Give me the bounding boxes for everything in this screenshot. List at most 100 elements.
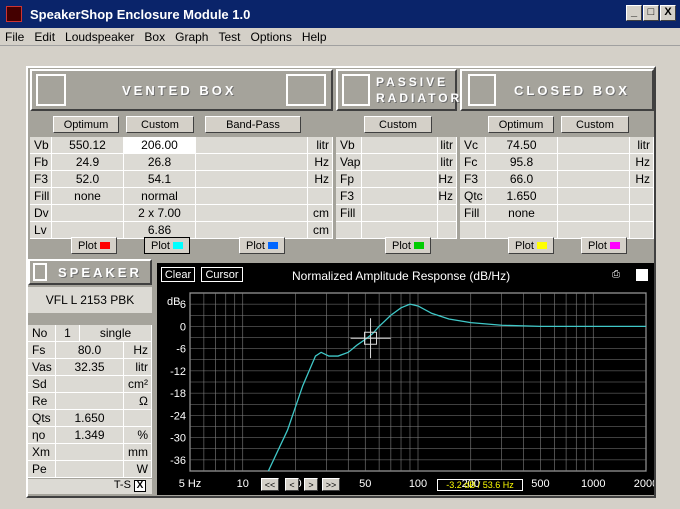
nav-last-button[interactable]: >>	[322, 478, 340, 491]
swatch-green	[413, 242, 424, 249]
closed-box-icon	[468, 74, 496, 106]
closed-row-unit	[630, 222, 654, 239]
x-tick-label: 2000	[634, 478, 654, 490]
speaker-value[interactable]: 80.0	[56, 342, 124, 359]
app-icon	[6, 6, 22, 22]
vented-box-logo-icon	[36, 74, 66, 106]
y-tick-label: -6	[176, 344, 186, 356]
speaker-value[interactable]	[56, 393, 124, 410]
passive-title-2: RADIATOR	[376, 91, 463, 105]
menu-loudspeaker[interactable]: Loudspeaker	[60, 30, 139, 44]
menu-file[interactable]: File	[0, 30, 29, 44]
speaker-value[interactable]: 1	[56, 325, 80, 342]
closed-row-unit: litr	[630, 137, 654, 154]
nav-next-button[interactable]: >	[304, 478, 318, 491]
plot-label: Plot	[78, 239, 97, 252]
closed-row-unit	[630, 188, 654, 205]
speaker-row-label: Pe	[28, 461, 56, 478]
menu-edit[interactable]: Edit	[29, 30, 60, 44]
vented-custom-value: normal	[124, 188, 196, 205]
passive-value	[362, 205, 438, 222]
menu-test[interactable]: Test	[213, 30, 245, 44]
closed-optimum-value: none	[486, 205, 558, 222]
response-curve	[267, 303, 646, 472]
menu-box[interactable]: Box	[139, 30, 170, 44]
speaker-row-label: Qts	[28, 410, 56, 427]
vented-box-header[interactable]: VENTED BOX	[30, 69, 333, 111]
vented-bandpass-value	[196, 171, 308, 188]
vented-optimum-button[interactable]: Optimum	[53, 116, 119, 133]
menu-options[interactable]: Options	[245, 30, 296, 44]
swatch-cyan	[172, 242, 183, 249]
plot-label: Plot	[392, 239, 411, 252]
vented-optimum-value	[52, 205, 124, 222]
speaker-row-unit: W	[124, 461, 152, 478]
vented-box-icon	[286, 74, 326, 106]
x-tick-label: 10	[237, 478, 249, 490]
speaker-value[interactable]	[56, 444, 124, 461]
plot-passive-button[interactable]: Plot	[385, 237, 431, 254]
speaker-header[interactable]: SPEAKER	[28, 259, 152, 285]
speaker-row-unit: cm²	[124, 376, 152, 393]
y-tick-label: -12	[170, 366, 186, 378]
vented-bandpass-button[interactable]: Band-Pass	[205, 116, 301, 133]
passive-row-label: Fp	[336, 171, 362, 188]
vented-row-unit: Hz	[308, 154, 333, 171]
speaker-row-unit: Hz	[124, 342, 152, 359]
maximize-button[interactable]: □	[643, 5, 659, 21]
passive-radiator-header[interactable]: PASSIVE RADIATOR	[336, 69, 459, 111]
y-tick-label: 6	[180, 299, 186, 311]
y-tick-label: -24	[170, 410, 186, 422]
menu-help[interactable]: Help	[297, 30, 332, 44]
vented-row-unit: Hz	[308, 171, 333, 188]
vented-row-unit	[308, 188, 333, 205]
y-tick-label: -30	[170, 433, 186, 445]
passive-value	[362, 188, 438, 205]
closed-optimum-value: 74.50	[486, 137, 558, 154]
vented-custom-value[interactable]: 206.00	[124, 137, 196, 154]
speaker-value[interactable]: 32.35	[56, 359, 124, 376]
x-tick-label: 1000	[581, 478, 605, 490]
passive-row-unit: litr	[438, 137, 457, 154]
swatch-magenta	[609, 242, 620, 249]
speaker-value[interactable]	[56, 376, 124, 393]
closed-row-label: Vc	[460, 137, 486, 154]
speaker-name: VFL L 2153 PBK	[28, 287, 152, 313]
plot-vented-custom-button[interactable]: Plot	[144, 237, 190, 254]
nav-prev-button[interactable]: <	[285, 478, 299, 491]
menu-graph[interactable]: Graph	[170, 30, 213, 44]
passive-row-label: Fill	[336, 205, 362, 222]
swatch-yellow	[536, 242, 547, 249]
plot-closed-optimum-button[interactable]: Plot	[508, 237, 554, 254]
plot-label: Plot	[515, 239, 534, 252]
plot-closed-custom-button[interactable]: Plot	[581, 237, 627, 254]
closed-box-header[interactable]: CLOSED BOX	[460, 69, 654, 111]
speaker-value[interactable]	[56, 461, 124, 478]
close-button[interactable]: X	[660, 5, 676, 21]
closed-optimum-value: 1.650	[486, 188, 558, 205]
closed-optimum-button[interactable]: Optimum	[488, 116, 554, 133]
vented-optimum-value: 550.12	[52, 137, 124, 154]
closed-row-unit: Hz	[630, 171, 654, 188]
x-tick-label: 5 Hz	[179, 478, 202, 490]
closed-custom-button[interactable]: Custom	[561, 116, 629, 133]
vented-row-label: F3	[30, 171, 52, 188]
swatch-blue	[267, 242, 278, 249]
speaker-value[interactable]: 1.349	[56, 427, 124, 444]
passive-value	[362, 137, 438, 154]
vented-bandpass-value	[196, 154, 308, 171]
vented-optimum-value: none	[52, 188, 124, 205]
passive-custom-button[interactable]: Custom	[364, 116, 432, 133]
x-tick-label: 100	[409, 478, 427, 490]
speaker-value[interactable]: 1.650	[56, 410, 124, 427]
nav-first-button[interactable]: <<	[261, 478, 279, 491]
speaker-row-unit	[124, 410, 152, 427]
ts-checkbox[interactable]: X	[134, 480, 146, 492]
window-title: SpeakerShop Enclosure Module 1.0	[30, 6, 251, 22]
speaker-title: SPEAKER	[58, 265, 142, 280]
plot-bandpass-button[interactable]: Plot	[239, 237, 285, 254]
vented-custom-button[interactable]: Custom	[126, 116, 194, 133]
plot-vented-optimum-button[interactable]: Plot	[71, 237, 117, 254]
amplitude-chart[interactable]: 5 Hz1020501002005001000200060-6-12-18-24…	[157, 263, 654, 495]
minimize-button[interactable]: _	[626, 5, 642, 21]
